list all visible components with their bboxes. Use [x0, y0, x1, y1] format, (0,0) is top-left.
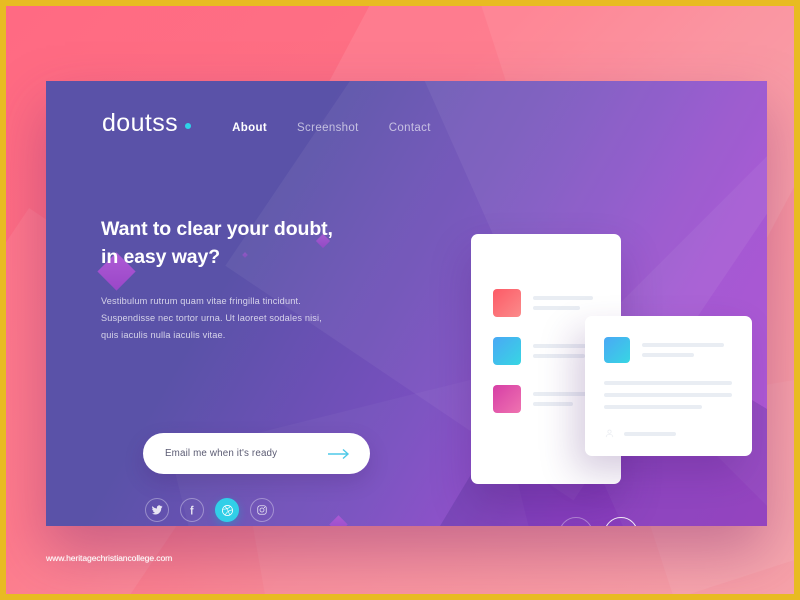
- mock-row: [493, 337, 593, 365]
- nav-link-contact[interactable]: Contact: [389, 122, 431, 134]
- mock-text-lines: [533, 296, 593, 310]
- mock-line: [604, 405, 702, 409]
- logo[interactable]: doutss: [102, 109, 192, 137]
- subcopy-line-3: quis iaculis nulla iaculis vitae.: [101, 330, 226, 341]
- mock-row: [604, 337, 724, 363]
- mock-line: [533, 306, 580, 310]
- carousel-next-button[interactable]: [604, 517, 638, 526]
- social-links: [145, 498, 274, 522]
- mock-thumbnail: [604, 337, 630, 363]
- subcopy-line-1: Vestibulum rutrum quam vitae fringilla t…: [101, 296, 301, 307]
- social-link-twitter[interactable]: [145, 498, 169, 522]
- mock-thumbnail: [493, 337, 521, 365]
- nav-link-about[interactable]: About: [232, 122, 267, 134]
- hero-card: doutss About Screenshot Contact Want to …: [46, 81, 767, 526]
- facebook-icon: [190, 505, 194, 515]
- mock-line: [533, 402, 573, 406]
- hero-copy: Want to clear your doubt, in easy way? V…: [101, 216, 401, 344]
- mock-text-lines: [533, 344, 593, 358]
- logo-dot-icon: [185, 123, 192, 129]
- mock-thumbnail: [493, 289, 521, 317]
- mock-line: [624, 431, 676, 436]
- outer-frame: doutss About Screenshot Contact Want to …: [0, 0, 800, 600]
- mock-line: [533, 354, 585, 358]
- mock-line: [642, 353, 694, 357]
- mock-line: [642, 343, 724, 347]
- email-input[interactable]: [165, 448, 326, 459]
- logo-text: doutss: [102, 109, 179, 137]
- page-headline: Want to clear your doubt, in easy way?: [101, 216, 401, 271]
- site-header: doutss About Screenshot Contact: [102, 111, 431, 136]
- diamond-decoration: [329, 515, 348, 526]
- mock-card-front: [585, 316, 752, 456]
- mock-line: [533, 392, 591, 396]
- nav-link-screenshot[interactable]: Screenshot: [297, 122, 359, 134]
- mock-body-lines: [604, 381, 732, 409]
- dribbble-icon: [221, 504, 233, 516]
- mock-line: [604, 381, 732, 385]
- social-link-instagram[interactable]: [250, 498, 274, 522]
- mock-text-lines: [533, 392, 591, 406]
- twitter-icon: [152, 505, 163, 515]
- mock-text-lines: [642, 343, 724, 357]
- subcopy-line-2: Suspendisse nec tortor urna. Ut laoreet …: [101, 313, 322, 324]
- social-link-facebook[interactable]: [180, 498, 204, 522]
- mock-row: [493, 289, 593, 317]
- mock-thumbnail: [493, 385, 521, 413]
- mock-line: [533, 296, 593, 300]
- mock-row: [493, 385, 591, 413]
- headline-line-2: in easy way?: [101, 245, 221, 268]
- user-icon: [605, 429, 614, 438]
- arrow-right-icon: [328, 448, 350, 459]
- email-signup-form: [143, 433, 370, 474]
- hero-subcopy: Vestibulum rutrum quam vitae fringilla t…: [101, 293, 401, 344]
- mock-line: [604, 393, 732, 397]
- mock-line: [533, 344, 593, 348]
- watermark-text: www.heritagechristiancollege.com: [46, 553, 173, 563]
- main-nav: About Screenshot Contact: [232, 122, 431, 134]
- social-link-dribbble[interactable]: [215, 498, 239, 522]
- instagram-icon: [257, 505, 267, 515]
- carousel-prev-button[interactable]: [559, 517, 593, 526]
- email-submit-button[interactable]: [326, 448, 354, 460]
- carousel-nav: [559, 517, 638, 526]
- mock-cards-illustration: [461, 226, 752, 501]
- headline-line-1: Want to clear your doubt,: [101, 218, 333, 240]
- mock-avatar-row: [604, 428, 676, 439]
